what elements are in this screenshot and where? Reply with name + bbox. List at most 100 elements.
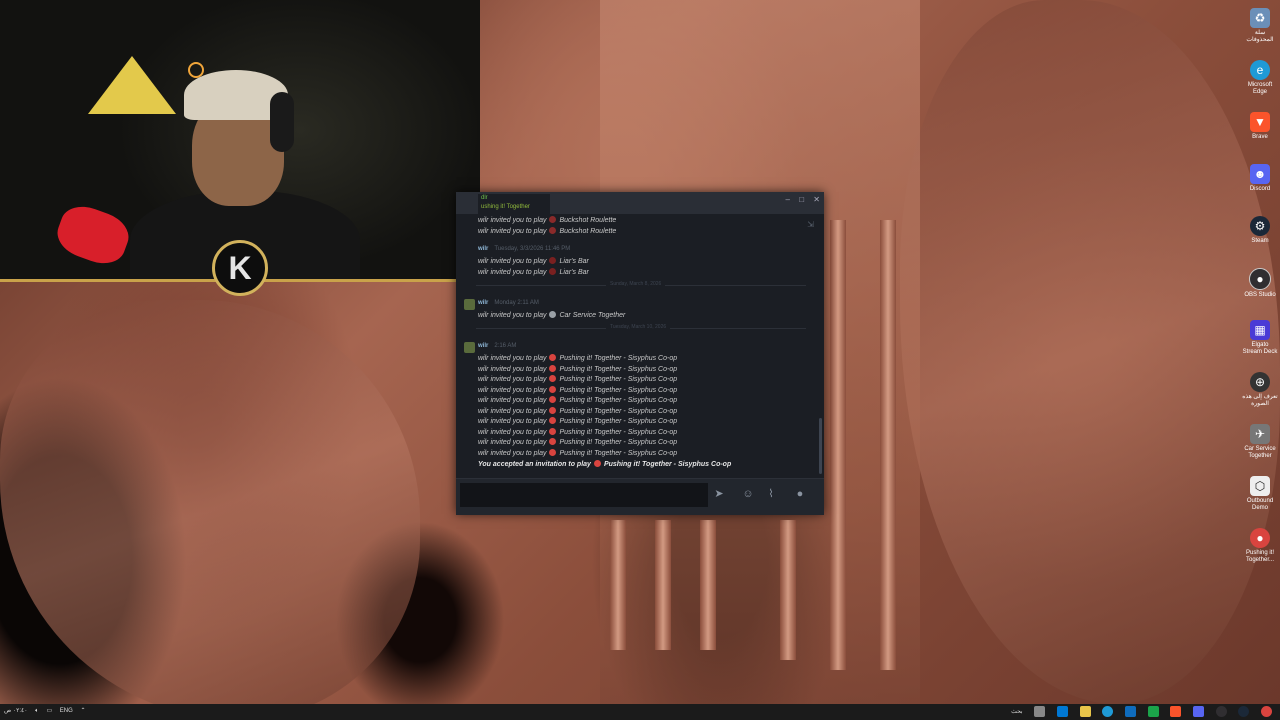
clock-time[interactable]: ٠٢:٤٠ ص (4, 708, 27, 714)
tray-chevron-icon[interactable]: ⌃ (80, 708, 85, 714)
avatar[interactable] (464, 299, 475, 310)
car-service-icon: ✈ (1250, 424, 1270, 444)
excel-icon[interactable] (1147, 706, 1159, 717)
steam-icon: ⚙ (1250, 216, 1270, 236)
start-icon[interactable] (1056, 706, 1068, 717)
search-icon[interactable] (1034, 706, 1046, 717)
camera-icon: ⊕ (1250, 372, 1270, 392)
desktop-icon-recycle-bin[interactable]: ♻ سلة المحذوفات (1242, 8, 1278, 58)
chat-message-input[interactable] (460, 483, 708, 507)
column (700, 520, 716, 650)
accepted-invite-line: You accepted an invitation to play Pushin… (478, 460, 732, 468)
send-icon[interactable]: ➤ (710, 485, 728, 503)
desktop-icon-pushing-it[interactable]: ● Pushing it! Together... (1242, 528, 1278, 578)
chat-input-area: ➤ ☺ ⌇ ● (456, 478, 824, 515)
message-header: wilr 2:16 AM (478, 343, 517, 349)
game-icon (549, 417, 557, 424)
desktop-icon-outbound[interactable]: ⬡ Outbound Demo (1242, 476, 1278, 526)
message-line: wilr invited you to play Pushing it! Toge… (478, 417, 678, 425)
language-indicator[interactable]: ENG (60, 708, 73, 714)
game-icon (549, 354, 557, 361)
file-explorer-icon[interactable] (1079, 706, 1091, 717)
triforce-decoration (88, 56, 176, 114)
column (655, 520, 671, 650)
close-button[interactable]: ✕ (813, 195, 820, 204)
column (610, 520, 626, 650)
desktop-icon-brave[interactable]: ▼ Brave (1242, 112, 1278, 162)
steam-chat-window: dlr ushing it! Together – □ ✕ ⇲ wilr inv… (456, 192, 824, 515)
column (780, 520, 796, 660)
network-icon[interactable]: ▭ (46, 708, 52, 714)
date-separator: Tuesday, March 10, 2026 (476, 324, 806, 330)
message-line: wilr invited you to play Pushing it! Toge… (478, 354, 678, 362)
chat-tab[interactable]: dlr ushing it! Together (478, 194, 550, 214)
desktop-icons: ♻ سلة المحذوفات e Microsoft Edge ▼ Brave… (1242, 6, 1278, 578)
edge-icon: e (1250, 60, 1270, 80)
desktop-icon-edge[interactable]: e Microsoft Edge (1242, 60, 1278, 110)
game-icon (593, 460, 601, 467)
pushing-icon: ● (1250, 528, 1270, 548)
message-line: wilr invited you to play Buckshot Roulett… (478, 227, 617, 235)
system-tray: ٠٢:٤٠ ص 🔈︎ ▭ ENG ⌃ (4, 707, 92, 715)
message-line: wilr invited you to play Liar's Bar (478, 268, 589, 276)
message-line: wilr invited you to play Car Service Toge… (478, 311, 626, 319)
voice-icon[interactable]: ● (791, 485, 809, 503)
message-line: wilr invited you to play Pushing it! Toge… (478, 449, 678, 457)
game-icon (549, 386, 557, 393)
edge-icon[interactable] (1102, 706, 1114, 717)
message-list: wilr invited you to play Buckshot Roulett… (456, 214, 816, 476)
brave-icon[interactable] (1170, 706, 1182, 717)
rock-formation (0, 300, 420, 704)
message-line: wilr invited you to play Pushing it! Toge… (478, 438, 678, 446)
chat-titlebar[interactable]: dlr ushing it! Together – □ ✕ (456, 192, 824, 214)
scrollbar[interactable] (819, 418, 822, 474)
game-icon (549, 216, 557, 223)
desktop-icon-obs[interactable]: ● OBS Studio (1242, 268, 1278, 318)
taskbar-apps: بحث (1011, 706, 1272, 717)
date-separator: Sunday, March 8, 2026 (476, 281, 806, 287)
webcam-overlay (0, 0, 480, 280)
game-icon (549, 365, 557, 372)
avatar[interactable] (464, 342, 475, 353)
message-line: wilr invited you to play Pushing it! Toge… (478, 428, 678, 436)
message-line: wilr invited you to play Buckshot Roulett… (478, 216, 617, 224)
obs-icon: ● (1249, 268, 1271, 290)
desktop-icon-identify-image[interactable]: ⊕ تعرف إلى هذه الصورة (1242, 372, 1278, 422)
game-icon (549, 396, 557, 403)
microphone (51, 199, 135, 271)
emoticon-icon[interactable]: ☺ (739, 485, 757, 503)
message-line: wilr invited you to play Pushing it! Toge… (478, 375, 678, 383)
brave-icon: ▼ (1250, 112, 1270, 132)
desktop-icon-discord[interactable]: ☻ Discord (1242, 164, 1278, 214)
desktop-icon-steam[interactable]: ⚙ Steam (1242, 216, 1278, 266)
rock-formation (900, 0, 1280, 704)
desktop-icon-stream-deck[interactable]: ▦ Elgato Stream Deck (1242, 320, 1278, 370)
game-icon (549, 268, 557, 275)
game-icon (549, 375, 557, 382)
game-icon (549, 438, 557, 445)
message-header: wilr Tuesday, 3/3/2026 11:46 PM (478, 246, 571, 252)
message-line: wilr invited you to play Pushing it! Toge… (478, 386, 678, 394)
game-icon (549, 428, 557, 435)
column (830, 220, 846, 670)
pushing-icon[interactable] (1261, 706, 1272, 717)
recycle-bin-icon: ♻ (1250, 8, 1270, 28)
outbound-icon: ⬡ (1250, 476, 1270, 496)
volume-icon[interactable]: 🔈︎ (35, 708, 39, 714)
steam-icon[interactable] (1238, 706, 1250, 717)
desktop-icon-car-service[interactable]: ✈ Car Service Together (1242, 424, 1278, 474)
game-icon (549, 407, 557, 414)
game-icon (549, 449, 557, 456)
headset (270, 92, 294, 152)
minimize-button[interactable]: – (786, 195, 790, 204)
game-icon (549, 311, 557, 318)
discord-icon[interactable] (1192, 706, 1204, 717)
game-icon (549, 227, 557, 234)
store-icon[interactable] (1124, 706, 1136, 717)
maximize-button[interactable]: □ (799, 195, 804, 204)
attachment-icon[interactable]: ⌇ (762, 485, 780, 503)
message-line: wilr invited you to play Pushing it! Toge… (478, 396, 678, 404)
channel-logo: K (212, 240, 268, 296)
obs-icon[interactable] (1215, 706, 1227, 717)
search-label[interactable]: بحث (1011, 709, 1022, 715)
